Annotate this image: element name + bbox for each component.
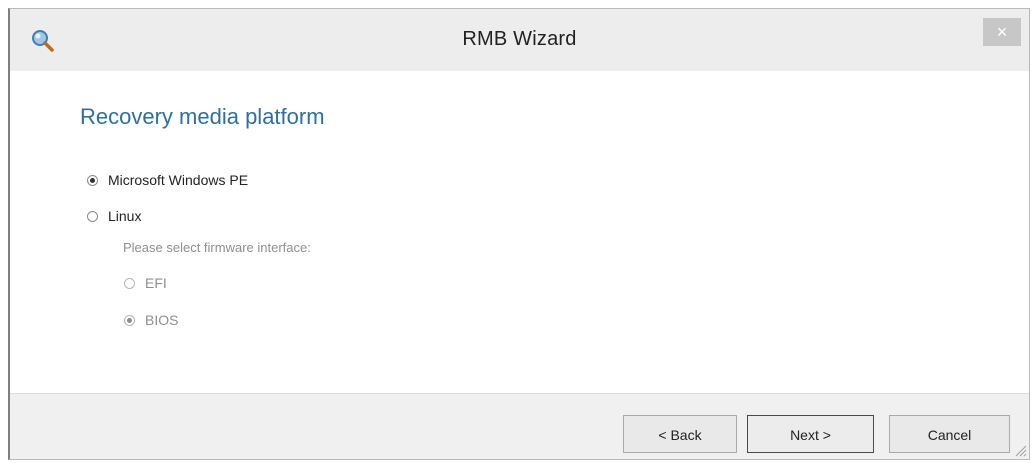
radio-windows-pe[interactable]: Microsoft Windows PE bbox=[87, 172, 248, 188]
radio-linux[interactable]: Linux bbox=[87, 208, 141, 224]
window-title: RMB Wizard bbox=[462, 28, 577, 50]
close-button[interactable]: × bbox=[983, 18, 1021, 46]
radio-bios-label: BIOS bbox=[145, 312, 179, 328]
wizard-content: Recovery media platform Microsoft Window… bbox=[10, 71, 1029, 393]
radio-windows-pe-label: Microsoft Windows PE bbox=[108, 172, 249, 188]
rmb-wizard-window: RMB Wizard × Recovery media platform Mic… bbox=[8, 8, 1030, 460]
resize-grip-icon[interactable] bbox=[1013, 443, 1027, 457]
close-icon: × bbox=[996, 22, 1008, 42]
page-heading: Recovery media platform bbox=[80, 104, 325, 129]
radio-linux-button[interactable] bbox=[87, 210, 98, 222]
radio-bios-button[interactable] bbox=[124, 314, 135, 326]
next-button[interactable]: Next > bbox=[747, 415, 874, 453]
cancel-button[interactable]: Cancel bbox=[889, 415, 1010, 453]
radio-efi-label: EFI bbox=[145, 275, 167, 291]
radio-windows-pe-button[interactable] bbox=[87, 174, 98, 186]
radio-efi-button[interactable] bbox=[124, 277, 135, 289]
title-bar: RMB Wizard × bbox=[10, 9, 1029, 72]
radio-bios[interactable]: BIOS bbox=[124, 312, 178, 328]
radio-linux-label: Linux bbox=[108, 208, 142, 224]
button-bar: < Back Next > Cancel bbox=[10, 393, 1029, 459]
firmware-prompt: Please select firmware interface: bbox=[123, 240, 311, 255]
back-button[interactable]: < Back bbox=[623, 415, 737, 453]
radio-efi[interactable]: EFI bbox=[124, 275, 167, 291]
